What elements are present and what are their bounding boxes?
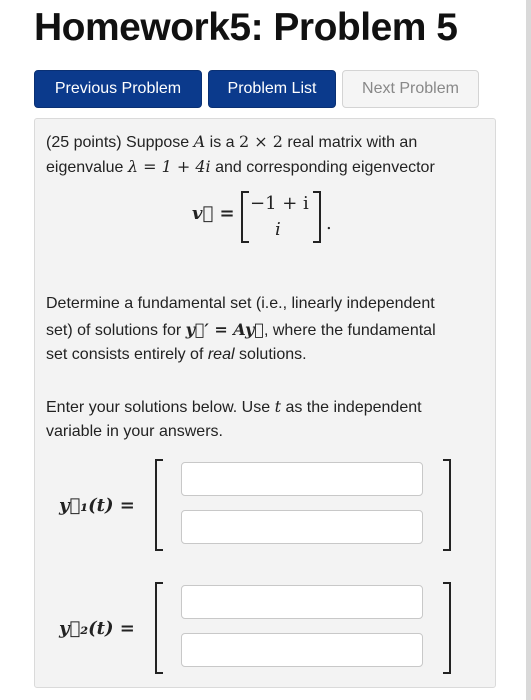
eigenvector-label: v⃗ = <box>192 203 235 224</box>
y1-label: y⃗₁(t) = <box>59 495 135 516</box>
page-scrollbar[interactable] <box>526 0 531 700</box>
previous-problem-button[interactable]: Previous Problem <box>34 70 202 108</box>
left-bracket <box>241 191 249 243</box>
y2-right-bracket <box>443 582 451 674</box>
right-bracket <box>313 191 321 243</box>
y1-left-bracket <box>155 459 163 551</box>
instructions-line-2: variable in your answers. <box>46 423 223 440</box>
y1-right-bracket <box>443 459 451 551</box>
eigenvector-period: . <box>326 213 332 234</box>
instructions-line-1: Enter your solutions below. Use t as the… <box>46 397 422 416</box>
problem-list-button[interactable]: Problem List <box>208 70 336 108</box>
page-title: Homework5: Problem 5 <box>34 6 458 49</box>
y2-left-bracket <box>155 582 163 674</box>
y2-bottom-input[interactable] <box>181 633 423 667</box>
eigenvector-top-entry: −1 + i <box>250 193 309 214</box>
task-line-1: Determine a fundamental set (i.e., linea… <box>46 295 435 312</box>
y2-label: y⃗₂(t) = <box>59 618 135 639</box>
y2-top-input[interactable] <box>181 585 423 619</box>
problem-statement-line-1: (25 points) Suppose A is a 2 × 2 real ma… <box>46 132 418 151</box>
eigenvector-bottom-entry: i <box>275 219 281 240</box>
y1-top-input[interactable] <box>181 462 423 496</box>
problem-statement-line-2: eigenvalue λ = 1 + 4i and corresponding … <box>46 157 435 176</box>
problem-panel: (25 points) Suppose A is a 2 × 2 real ma… <box>34 118 496 688</box>
task-line-3: set consists entirely of real solutions. <box>46 346 307 363</box>
y1-bottom-input[interactable] <box>181 510 423 544</box>
task-line-2: set) of solutions for y⃗′ = Ay⃗, where t… <box>46 320 436 339</box>
next-problem-button[interactable]: Next Problem <box>342 70 479 108</box>
